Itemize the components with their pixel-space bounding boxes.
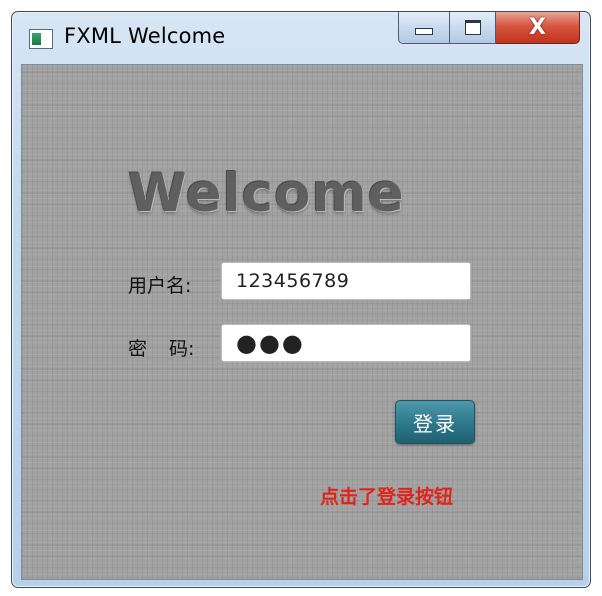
app-window: FXML Welcome X Welcome 用户名: 123456789 密码…	[11, 11, 591, 588]
username-label: 用户名:	[128, 275, 192, 297]
maximize-button[interactable]	[450, 12, 496, 44]
welcome-heading: Welcome	[128, 163, 405, 224]
content-pane: Welcome 用户名: 123456789 密码: ●●● 登录 点击了登录按…	[21, 64, 583, 580]
password-label-part-1: 密	[128, 338, 148, 360]
username-input[interactable]: 123456789	[221, 262, 471, 300]
minimize-icon	[415, 28, 433, 35]
maximize-icon	[464, 20, 481, 35]
login-button[interactable]: 登录	[395, 400, 475, 444]
window-title: FXML Welcome	[64, 24, 226, 48]
app-icon[interactable]	[29, 29, 53, 49]
password-label-part-2: 码:	[169, 338, 195, 360]
title-bar[interactable]: FXML Welcome X	[12, 12, 590, 64]
password-input[interactable]: ●●●	[221, 324, 471, 362]
close-button[interactable]: X	[496, 12, 580, 44]
window-controls: X	[398, 12, 580, 46]
password-label: 密码:	[128, 334, 194, 361]
minimize-button[interactable]	[398, 12, 450, 44]
close-icon: X	[529, 14, 546, 40]
status-message: 点击了登录按钮	[320, 486, 454, 508]
